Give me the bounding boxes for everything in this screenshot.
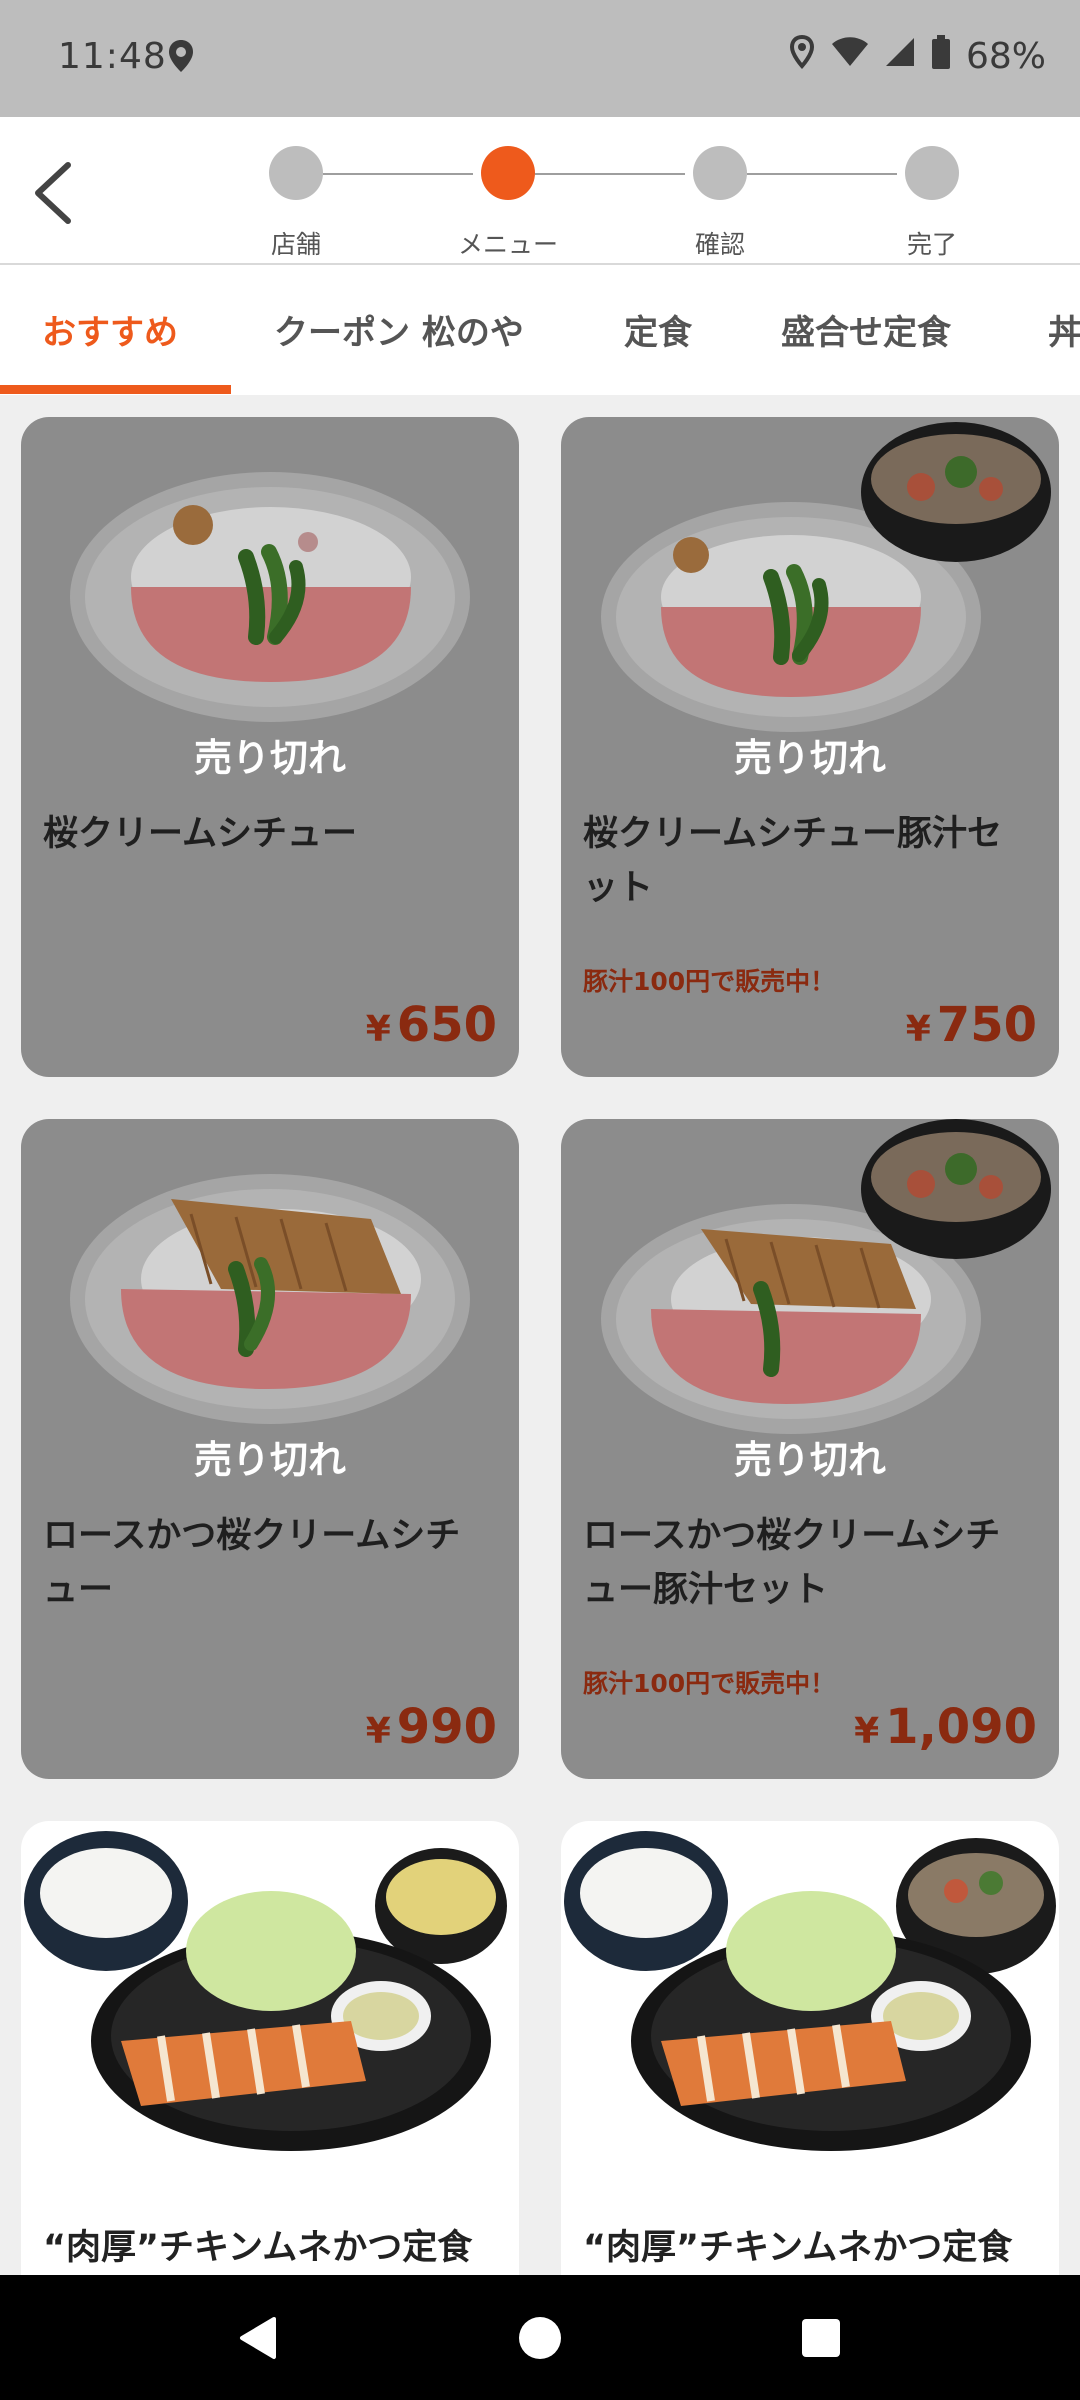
step-label-complete: 完了 <box>906 230 957 259</box>
menu-item-card[interactable]: 売り切れ 桜クリームシチュー豚汁セット 豚汁100円で販売中！ ¥750 <box>561 417 1059 1077</box>
location-icon <box>788 34 816 79</box>
chicken-katsu-set-icon <box>24 1831 507 2151</box>
chicken-katsu-set-tonjiru-icon <box>564 1831 1056 2151</box>
tab-set-meal[interactable]: 定食 <box>624 305 692 354</box>
menu-item-price: ¥1,090 <box>854 1699 1037 1755</box>
step-dot-confirm <box>693 146 747 200</box>
menu-item-price: ¥990 <box>365 1699 497 1755</box>
chevron-left-icon <box>35 162 71 224</box>
wifi-icon <box>830 36 870 77</box>
menu-item-price: ¥650 <box>365 997 497 1053</box>
home-circle-icon[interactable] <box>518 2316 562 2360</box>
active-tab-indicator <box>0 385 231 394</box>
sold-out-label: 売り切れ <box>193 736 346 780</box>
step-dot-menu <box>481 146 535 200</box>
menu-item-title: 桜クリームシチュー <box>43 814 357 854</box>
menu-item-title: ロースかつ桜クリームシチュー豚汁セット <box>583 1516 1001 1610</box>
menu-item-promo: 豚汁100円で販売中！ <box>583 1669 836 1698</box>
tab-rice-bowl[interactable]: 丼 <box>1048 305 1080 354</box>
signal-icon <box>884 36 916 77</box>
battery-icon <box>930 34 952 79</box>
step-dot-complete <box>905 146 959 200</box>
menu-item-card[interactable]: 売り切れ ロースかつ桜クリームシチュー ¥990 <box>21 1119 519 1779</box>
menu-item-title: “肉厚”チキンムネかつ定食 <box>583 2228 1013 2268</box>
menu-grid: 売り切れ 桜クリームシチュー ¥650 売り切れ 桜クリームシチュー豚汁セット … <box>0 395 1080 2275</box>
category-tabs: おすすめ クーポン 松のや 定食 盛合せ定食 丼 <box>0 265 1080 395</box>
menu-item-card[interactable]: “肉厚”チキンムネかつ定食 <box>561 1821 1059 2275</box>
tab-combo-set-meal[interactable]: 盛合せ定食 <box>781 305 951 354</box>
sold-out-label: 売り切れ <box>193 1438 346 1482</box>
tab-recommended[interactable]: おすすめ <box>42 305 178 354</box>
step-label-menu: メニュー <box>457 230 558 259</box>
menu-item-card[interactable]: 売り切れ 桜クリームシチュー ¥650 <box>21 417 519 1077</box>
recents-square-icon[interactable] <box>801 2318 841 2358</box>
back-button[interactable] <box>26 157 86 227</box>
sakura-cream-stew-tonjiru-icon <box>601 422 1051 732</box>
status-bar: 11:48 68% <box>0 0 1080 117</box>
loin-katsu-stew-icon <box>70 1174 470 1424</box>
step-connector <box>747 173 897 175</box>
sold-out-label: 売り切れ <box>733 736 886 780</box>
order-stepper-header: 店舗 メニュー 確認 完了 <box>0 117 1080 265</box>
step-connector <box>535 173 685 175</box>
tab-coupon[interactable]: クーポン 松のや <box>274 305 524 354</box>
status-time: 11:48 <box>58 36 167 77</box>
sakura-cream-stew-icon <box>70 472 470 722</box>
menu-item-title: 桜クリームシチュー豚汁セット <box>583 814 1002 908</box>
step-connector <box>323 173 473 175</box>
menu-item-title: ロースかつ桜クリームシチュー <box>43 1516 461 1610</box>
menu-item-card[interactable]: “肉厚”チキンムネかつ定食 <box>21 1821 519 2275</box>
menu-item-promo: 豚汁100円で販売中！ <box>583 967 836 996</box>
menu-item-title: “肉厚”チキンムネかつ定食 <box>43 2228 473 2268</box>
step-label-store: 店舗 <box>270 230 321 259</box>
back-triangle-icon[interactable] <box>236 2315 278 2361</box>
menu-item-card[interactable]: 売り切れ ロースかつ桜クリームシチュー豚汁セット 豚汁100円で販売中！ ¥1,… <box>561 1119 1059 1779</box>
step-label-confirm: 確認 <box>694 230 745 259</box>
menu-item-price: ¥750 <box>905 997 1037 1053</box>
sold-out-label: 売り切れ <box>733 1438 886 1482</box>
location-icon <box>166 38 196 78</box>
battery-percent: 68% <box>965 36 1046 77</box>
step-dot-store <box>269 146 323 200</box>
system-navigation-bar <box>0 2275 1080 2400</box>
loin-katsu-stew-tonjiru-icon <box>601 1119 1051 1434</box>
